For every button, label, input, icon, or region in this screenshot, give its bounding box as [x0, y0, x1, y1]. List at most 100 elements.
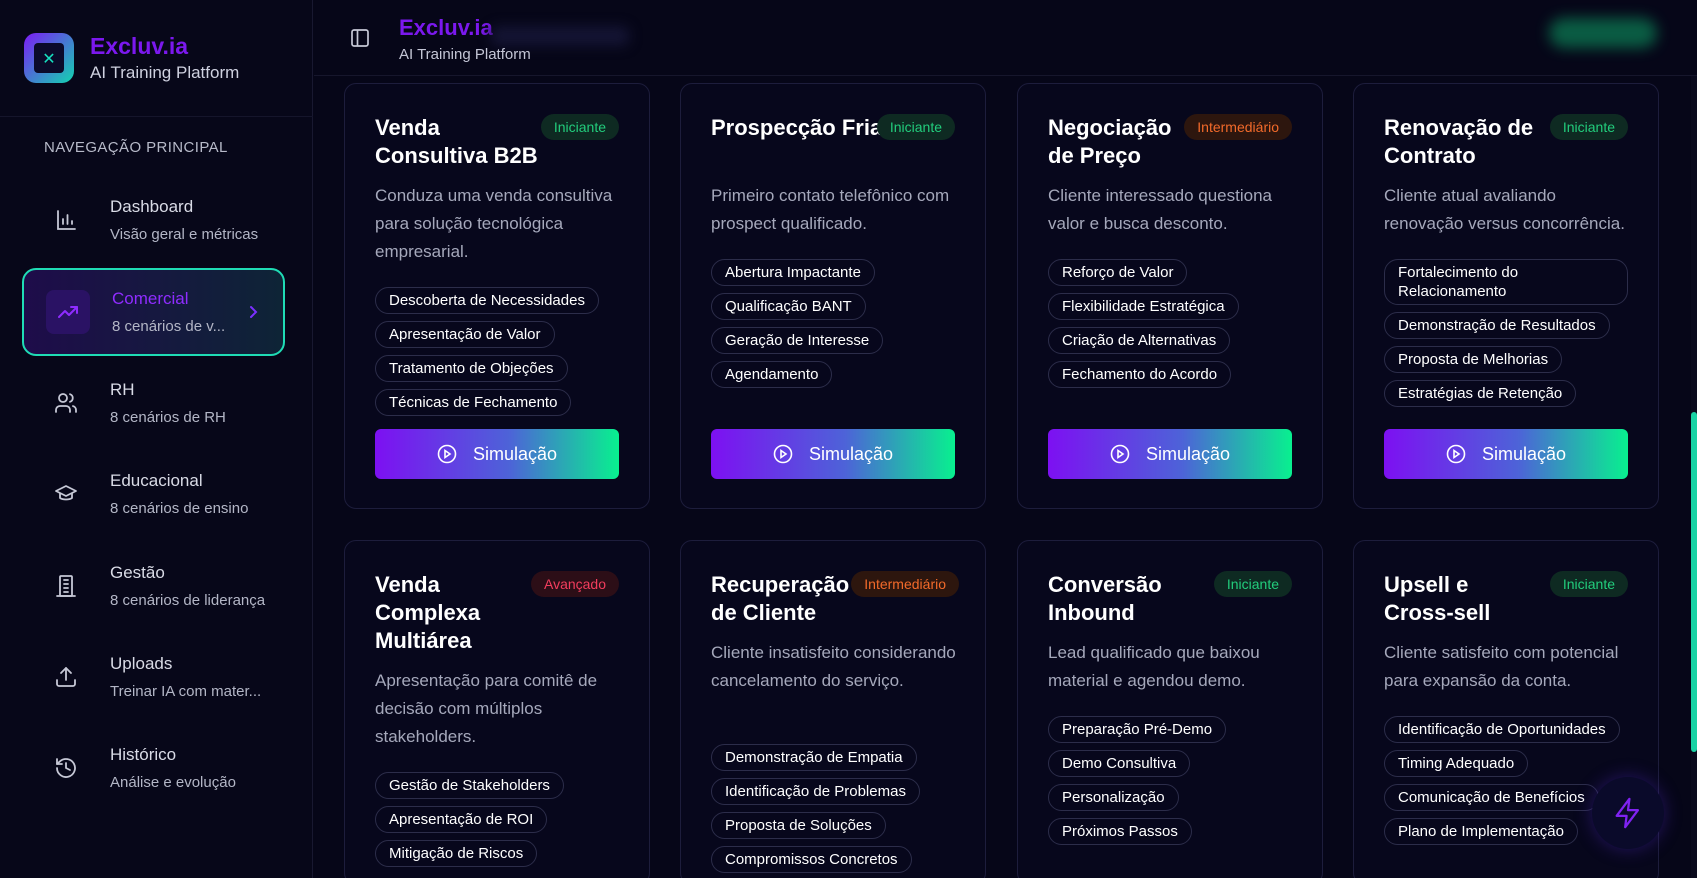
skill-tags: Gestão de Stakeholders Apresentação de R…	[375, 772, 625, 874]
skill-tag: Comunicação de Benefícios	[1384, 784, 1599, 811]
simulation-button[interactable]: Simulação	[711, 429, 955, 479]
skill-tags: Demonstração de Empatia Identificação de…	[711, 744, 961, 878]
skill-tag: Demonstração de Empatia	[711, 744, 917, 771]
card-description: Cliente interessado questiona valor e bu…	[1048, 186, 1272, 233]
skill-tag: Geração de Interesse	[711, 327, 884, 354]
app-root: ✕ Excluv.ia AI Training Platform NAVEGAÇ…	[0, 0, 1697, 878]
skill-tag: Compromissos Concretos	[711, 846, 912, 873]
brand-text: Excluv.ia AI Training Platform	[90, 32, 239, 84]
level-badge: Iniciante	[1213, 571, 1292, 597]
card-description: Cliente satisfeito com potencial para ex…	[1384, 643, 1619, 690]
skill-tags: Preparação Pré-Demo Demo Consultiva Pers…	[1048, 716, 1298, 852]
card-title: Venda Complexa Multiárea	[375, 572, 481, 653]
play-circle-icon	[1446, 444, 1466, 464]
play-circle-icon	[773, 444, 793, 464]
sidebar-item-comercial[interactable]: Comercial 8 cenários de v...	[22, 268, 285, 356]
sidebar-item-desc: Análise e evolução	[110, 773, 236, 791]
skill-tag: Mitigação de Riscos	[375, 840, 538, 867]
header-action-button[interactable]	[1549, 18, 1657, 48]
skill-tags: Abertura Impactante Qualificação BANT Ge…	[711, 259, 961, 395]
sidebar-item-dashboard[interactable]: Dashboard Visão geral e métricas	[22, 176, 285, 264]
sidebar-divider	[0, 116, 313, 117]
card-title: Prospecção Fria	[711, 115, 883, 140]
sidebar-item-desc: 8 cenários de ensino	[110, 499, 249, 517]
card-description: Cliente insatisfeito considerando cancel…	[711, 643, 956, 690]
sidebar-item-gestao[interactable]: Gestão 8 cenários de liderança	[22, 542, 285, 630]
brand-subtitle: AI Training Platform	[90, 63, 240, 82]
scenario-card[interactable]: Conversão Inbound Iniciante Lead qualifi…	[1017, 540, 1323, 878]
header-blurred-text	[490, 26, 630, 46]
skill-tag: Qualificação BANT	[711, 293, 866, 320]
lightning-assistant-button[interactable]	[1592, 777, 1664, 849]
scenario-card[interactable]: Venda Consultiva B2B Iniciante Conduza u…	[344, 83, 650, 509]
skill-tag: Apresentação de ROI	[375, 806, 548, 833]
skill-tag: Descoberta de Necessidades	[375, 287, 599, 314]
sidebar-item-desc: 8 cenários de RH	[110, 408, 226, 426]
graduation-cap-icon	[44, 472, 88, 516]
skill-tag: Identificação de Problemas	[711, 778, 920, 805]
skill-tag: Técnicas de Fechamento	[375, 389, 572, 416]
sidebar-item-desc: Visão geral e métricas	[110, 225, 259, 243]
header-title: Excluv.ia	[399, 15, 493, 40]
skill-tag: Preparação Pré-Demo	[1048, 716, 1227, 743]
chevron-right-icon	[245, 304, 261, 325]
card-description: Cliente atual avaliando renovação versus…	[1384, 186, 1625, 233]
building-icon	[44, 564, 88, 608]
skill-tag: Proposta de Soluções	[711, 812, 886, 839]
brand-name: Excluv.ia	[90, 33, 189, 59]
header-subtitle: AI Training Platform	[399, 46, 531, 63]
sidebar-toggle-icon[interactable]	[350, 28, 372, 48]
scenario-card[interactable]: Negociação de Preço Intermediário Client…	[1017, 83, 1323, 509]
simulation-button-label: Simulação	[472, 443, 558, 464]
skill-tag: Fechamento do Acordo	[1048, 361, 1232, 388]
sidebar-item-title: RH	[110, 379, 135, 399]
skill-tag: Personalização	[1048, 784, 1179, 811]
simulation-button[interactable]: Simulação	[375, 429, 619, 479]
bar-chart-icon	[44, 198, 88, 242]
sidebar-item-educacional[interactable]: Educacional 8 cenários de ensino	[22, 450, 285, 538]
logo-x-icon: ✕	[34, 43, 64, 73]
sidebar-item-title: Uploads	[110, 653, 173, 673]
simulation-button-label: Simulação	[1481, 443, 1567, 464]
card-title: Recuperação de Cliente	[711, 572, 850, 625]
card-description: Conduza uma venda consultiva para soluçã…	[375, 186, 613, 261]
level-badge: Iniciante	[876, 114, 955, 140]
nav-heading: NAVEGAÇÃO PRINCIPAL	[44, 139, 228, 156]
brand-logo: ✕	[24, 33, 74, 83]
sidebar-item-desc: Treinar IA com mater...	[110, 682, 262, 700]
card-title: Upsell e Cross-sell	[1384, 572, 1491, 625]
card-title: Renovação de Contrato	[1384, 115, 1534, 168]
trending-up-icon	[46, 290, 90, 334]
skill-tags: Descoberta de Necessidades Apresentação …	[375, 287, 625, 423]
skill-tag: Timing Adequado	[1384, 750, 1529, 777]
sidebar-item-rh[interactable]: RH 8 cenários de RH	[22, 359, 285, 447]
sidebar: ✕ Excluv.ia AI Training Platform NAVEGAÇ…	[0, 0, 313, 878]
level-badge: Iniciante	[540, 114, 619, 140]
scenario-card[interactable]: Prospecção Fria Iniciante Primeiro conta…	[680, 83, 986, 509]
brand[interactable]: ✕ Excluv.ia AI Training Platform	[24, 32, 239, 84]
skill-tag: Identificação de Oportunidades	[1384, 716, 1620, 743]
card-title: Conversão Inbound	[1048, 572, 1162, 625]
play-circle-icon	[437, 444, 457, 464]
sidebar-item-title: Dashboard	[110, 196, 194, 216]
card-description: Apresentação para comitê de decisão com …	[375, 671, 598, 746]
level-badge: Iniciante	[1549, 114, 1628, 140]
skill-tag: Próximos Passos	[1048, 818, 1192, 845]
scrollbar-thumb[interactable]	[1691, 412, 1697, 752]
scenario-card[interactable]: Renovação de Contrato Iniciante Cliente …	[1353, 83, 1659, 509]
skill-tag: Proposta de Melhorias	[1384, 346, 1563, 373]
sidebar-item-historico[interactable]: Histórico Análise e evolução	[22, 724, 285, 812]
history-icon	[44, 746, 88, 790]
lightning-icon	[1615, 797, 1640, 829]
scenario-card[interactable]: Venda Complexa Multiárea Avançado Aprese…	[344, 540, 650, 878]
level-badge: Intermediário	[1184, 114, 1292, 140]
simulation-button[interactable]: Simulação	[1048, 429, 1292, 479]
sidebar-item-desc: 8 cenários de v...	[112, 317, 226, 335]
skill-tags: Reforço de Valor Flexibilidade Estratégi…	[1048, 259, 1298, 395]
upload-icon	[44, 655, 88, 699]
scenario-card[interactable]: Recuperação de Cliente Intermediário Cli…	[680, 540, 986, 878]
sidebar-item-uploads[interactable]: Uploads Treinar IA com mater...	[22, 633, 285, 721]
skill-tag: Estratégias de Retenção	[1384, 380, 1577, 407]
simulation-button[interactable]: Simulação	[1384, 429, 1628, 479]
play-circle-icon	[1110, 444, 1130, 464]
